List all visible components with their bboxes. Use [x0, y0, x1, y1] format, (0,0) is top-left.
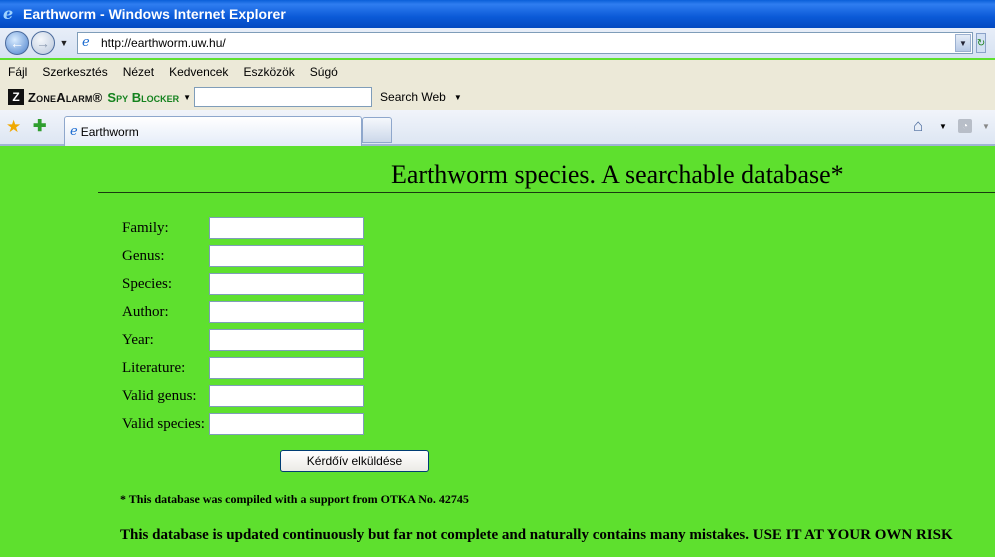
disclaimer-text: This database is updated continuously bu… [120, 527, 953, 543]
search-web-dropdown-button[interactable]: ▼ [454, 93, 462, 102]
year-input[interactable] [209, 329, 364, 351]
field-species: Species: [122, 273, 382, 295]
menu-favorites[interactable]: Kedvencek [161, 65, 235, 79]
species-input[interactable] [209, 273, 364, 295]
field-year: Year: [122, 329, 382, 351]
chevron-down-icon: ▼ [959, 38, 967, 48]
menu-bar: Fájl Szerkesztés Nézet Kedvencek Eszközö… [0, 60, 995, 84]
window-title-bar: e Earthworm - Windows Internet Explorer [0, 0, 995, 28]
submit-query-button[interactable]: Kérdőív elküldése [280, 450, 429, 472]
field-label: Year: [122, 332, 154, 348]
page-title: Earthworm species. A searchable database… [391, 160, 844, 189]
spy-blocker-label: Spy Blocker [107, 89, 180, 105]
field-family: Family: [122, 217, 382, 239]
field-author: Author: [122, 301, 382, 323]
menu-file[interactable]: Fájl [0, 65, 34, 79]
address-dropdown-button[interactable]: ▼ [955, 34, 971, 52]
chevron-down-icon: ▼ [939, 122, 947, 131]
zonealarm-toolbar: Z ZoneAlarm® Spy Blocker ▼ Search Web ▼ [0, 84, 995, 110]
go-button[interactable]: ↻ [976, 33, 986, 53]
chevron-down-icon: ▼ [453, 92, 462, 102]
search-web-button[interactable]: Search Web [380, 90, 446, 104]
literature-input[interactable] [209, 357, 364, 379]
chevron-down-icon: ▼ [183, 92, 192, 102]
zonealarm-brand: ZoneAlarm® [28, 89, 103, 105]
new-tab-button[interactable] [362, 117, 392, 143]
refresh-icon: ↻ [976, 37, 986, 49]
back-button[interactable]: ← [5, 31, 29, 55]
zonealarm-icon: Z [8, 89, 24, 105]
page-icon: e [82, 35, 90, 50]
ie-logo-icon: e [3, 4, 14, 23]
forward-button[interactable]: → [31, 31, 55, 55]
genus-input[interactable] [209, 245, 364, 267]
address-url[interactable]: http://earthworm.uw.hu/ [101, 36, 955, 50]
address-toolbar: ← → ▼ e http://earthworm.uw.hu/ ▼ ↻ [0, 28, 995, 58]
tab-label: Earthworm [80, 124, 139, 139]
field-valid-species: Valid species: [122, 413, 382, 435]
tab-earthworm[interactable]: e Earthworm [64, 116, 362, 146]
valid-genus-input[interactable] [209, 385, 364, 407]
arrow-right-icon: → [36, 35, 50, 51]
home-dropdown-button[interactable]: ▼ [939, 122, 947, 131]
address-bar[interactable]: e http://earthworm.uw.hu/ ▼ [77, 32, 973, 54]
page-content: Earthworm species. A searchable database… [0, 148, 995, 557]
field-label: Literature: [122, 360, 186, 376]
title-divider [98, 192, 995, 193]
funding-footnote: * This database was compiled with a supp… [120, 492, 469, 506]
page-icon: e [70, 124, 78, 139]
home-icon[interactable]: ⌂ [913, 117, 923, 135]
add-favorite-icon[interactable]: ✚ [33, 118, 46, 135]
window-title: Earthworm - Windows Internet Explorer [23, 6, 286, 22]
author-input[interactable] [209, 301, 364, 323]
family-input[interactable] [209, 217, 364, 239]
chevron-down-icon: ▼ [59, 38, 69, 48]
menu-tools[interactable]: Eszközök [235, 65, 301, 79]
field-label: Valid genus: [122, 388, 197, 404]
history-dropdown-button[interactable]: ▼ [57, 38, 71, 48]
feeds-dropdown-button[interactable]: ▼ [982, 122, 990, 131]
arrow-left-icon: ← [10, 35, 24, 51]
menu-view[interactable]: Nézet [115, 65, 161, 79]
field-label: Genus: [122, 248, 165, 264]
tab-bar: ★ ✚ e Earthworm ⌂ ▼ ◔ ▼ [0, 110, 995, 146]
field-label: Author: [122, 304, 169, 320]
zonealarm-dropdown-button[interactable]: ▼ [183, 93, 191, 102]
toolbar-search-input[interactable] [194, 87, 373, 107]
field-valid-genus: Valid genus: [122, 385, 382, 407]
menu-help[interactable]: Súgó [302, 65, 345, 79]
valid-species-input[interactable] [209, 413, 364, 435]
zonealarm-logo[interactable]: Z ZoneAlarm® Spy Blocker [8, 89, 179, 105]
feeds-icon[interactable]: ◔ [958, 119, 972, 133]
field-label: Species: [122, 276, 172, 292]
field-genus: Genus: [122, 245, 382, 267]
field-literature: Literature: [122, 357, 382, 379]
field-label: Family: [122, 220, 169, 236]
field-label: Valid species: [122, 416, 205, 432]
menu-edit[interactable]: Szerkesztés [34, 65, 114, 79]
chevron-down-icon: ▼ [982, 122, 990, 131]
favorites-star-icon[interactable]: ★ [6, 118, 21, 135]
